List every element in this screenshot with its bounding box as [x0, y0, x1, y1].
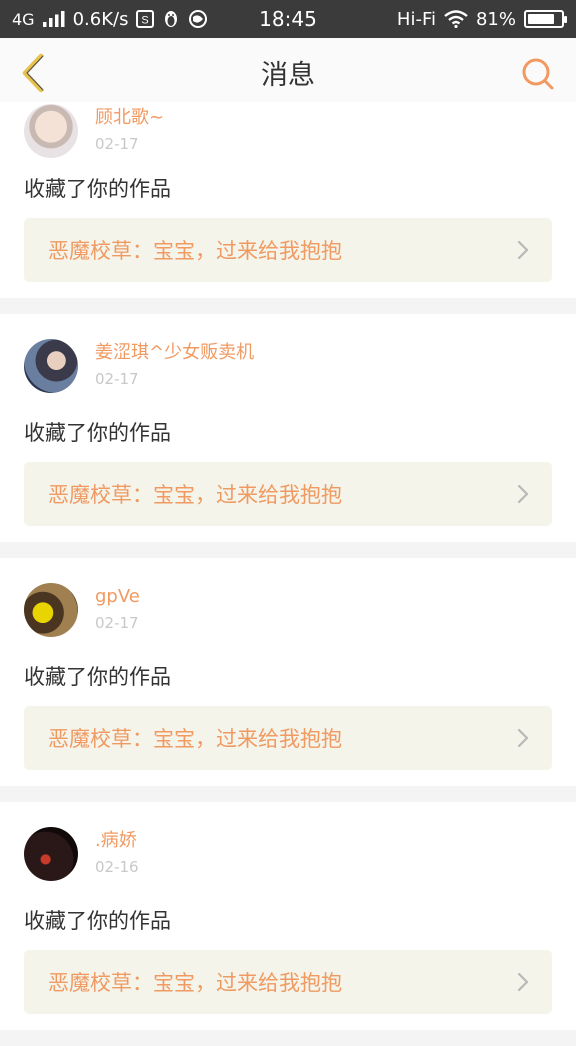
chevron-right-icon [517, 240, 529, 260]
username[interactable]: 顾北歌~ [95, 106, 164, 130]
status-bar: 4G 0.6K/s S 18:45 Hi-Fi 81% [0, 0, 576, 38]
penguin-icon [162, 9, 180, 29]
work-title: 恶魔校草：宝宝，过来给我抱抱 [48, 971, 342, 995]
card-spacer [24, 1014, 552, 1030]
card-spacer [24, 526, 552, 542]
action-text: 收藏了你的作品 [24, 177, 171, 201]
hifi-label: Hi-Fi [396, 8, 436, 30]
wifi-icon [444, 10, 468, 28]
search-button[interactable] [520, 56, 556, 92]
battery-icon [524, 10, 567, 28]
signal-icon [42, 11, 65, 27]
work-link[interactable]: 恶魔校草：宝宝，过来给我抱抱 [24, 218, 552, 282]
work-title: 恶魔校草：宝宝，过来给我抱抱 [48, 483, 342, 507]
avatar[interactable] [24, 583, 78, 637]
sim-icon: S [136, 10, 155, 28]
timestamp: 02-17 [95, 614, 139, 632]
back-arrow-icon [22, 53, 44, 93]
user-meta: gpVe 02-17 [95, 585, 140, 635]
notification-list: 顾北歌~ 02-17 收藏了你的作品 恶魔校草：宝宝，过来给我抱抱 姜涩琪^少女… [0, 102, 576, 1046]
work-title: 恶魔校草：宝宝，过来给我抱抱 [48, 727, 342, 751]
work-link[interactable]: 恶魔校草：宝宝，过来给我抱抱 [24, 462, 552, 526]
avatar[interactable] [24, 339, 78, 393]
work-link[interactable]: 恶魔校草：宝宝，过来给我抱抱 [24, 706, 552, 770]
battery-percent: 81% [475, 8, 516, 30]
username[interactable]: 姜涩琪^少女贩卖机 [95, 341, 254, 365]
notification-item: 顾北歌~ 02-17 收藏了你的作品 恶魔校草：宝宝，过来给我抱抱 [0, 102, 576, 298]
action-text: 收藏了你的作品 [24, 665, 171, 689]
action-text: 收藏了你的作品 [24, 421, 171, 445]
network-speed: 0.6K/s [72, 8, 129, 30]
user-meta: .病娇 02-16 [95, 829, 139, 879]
notification-header: gpVe 02-17 [24, 558, 552, 662]
notification-item: gpVe 02-17 收藏了你的作品 恶魔校草：宝宝，过来给我抱抱 [0, 558, 576, 786]
user-meta: 顾北歌~ 02-17 [95, 106, 164, 156]
notification-header: 姜涩琪^少女贩卖机 02-17 [24, 314, 552, 418]
work-title: 恶魔校草：宝宝，过来给我抱抱 [48, 239, 342, 263]
chevron-right-icon [517, 728, 529, 748]
search-icon [522, 58, 554, 90]
user-meta: 姜涩琪^少女贩卖机 02-17 [95, 341, 254, 391]
top-nav-bar: 消息 [0, 38, 576, 108]
timestamp: 02-17 [95, 135, 139, 153]
back-button[interactable] [12, 52, 52, 94]
page-title: 消息 [261, 60, 315, 91]
work-link[interactable]: 恶魔校草：宝宝，过来给我抱抱 [24, 950, 552, 1014]
action-text: 收藏了你的作品 [24, 909, 171, 933]
svg-text:S: S [142, 15, 149, 27]
chevron-right-icon [517, 484, 529, 504]
browser-icon [188, 9, 208, 29]
timestamp: 02-17 [95, 370, 139, 388]
card-spacer [24, 282, 552, 298]
username[interactable]: gpVe [95, 585, 140, 609]
notification-item: .病娇 02-16 收藏了你的作品 恶魔校草：宝宝，过来给我抱抱 [0, 802, 576, 1030]
notification-header: 顾北歌~ 02-17 [24, 102, 552, 160]
status-right: Hi-Fi 81% [396, 8, 567, 30]
battery-fill [528, 14, 554, 24]
timestamp: 02-16 [95, 858, 139, 876]
chevron-right-icon [517, 972, 529, 992]
notification-header: .病娇 02-16 [24, 802, 552, 906]
card-spacer [24, 770, 552, 786]
notification-item: 姜涩琪^少女贩卖机 02-17 收藏了你的作品 恶魔校草：宝宝，过来给我抱抱 [0, 314, 576, 542]
username[interactable]: .病娇 [95, 829, 139, 853]
status-left: 4G 0.6K/s S [12, 9, 208, 30]
network-type: 4G [12, 9, 35, 29]
avatar[interactable] [24, 827, 78, 881]
avatar[interactable] [24, 104, 78, 158]
